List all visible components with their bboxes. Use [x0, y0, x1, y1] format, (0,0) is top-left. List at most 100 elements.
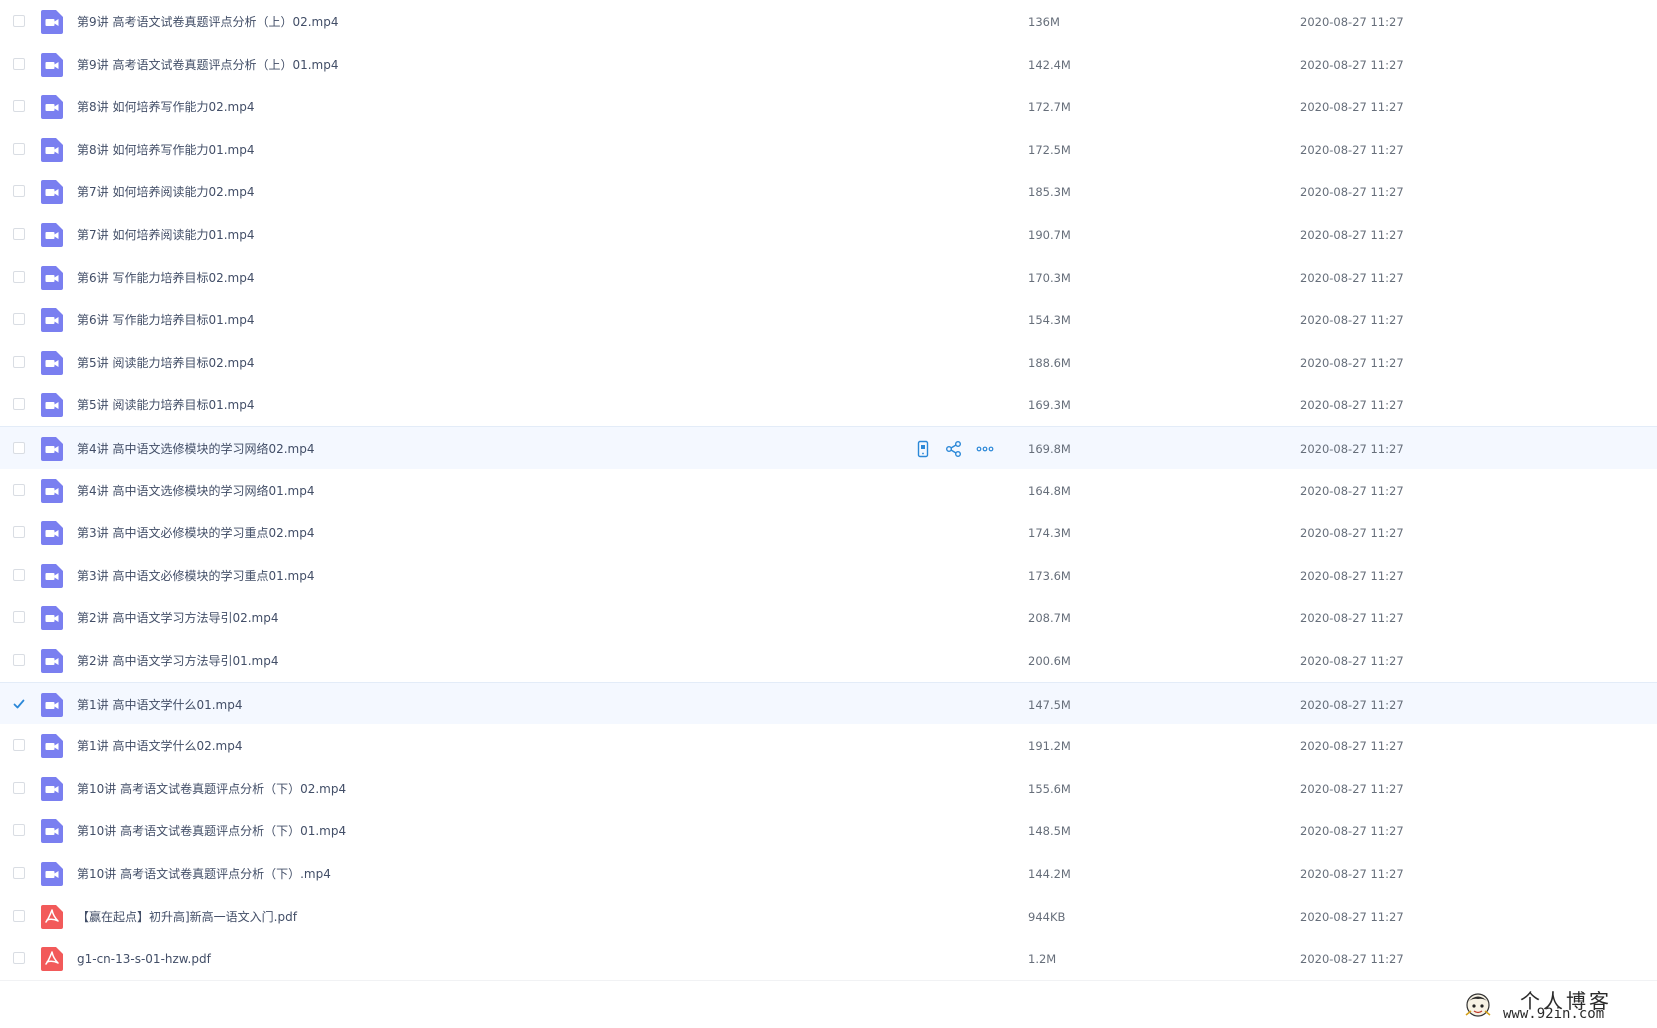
file-modified-date: 2020-08-27 11:27	[1300, 356, 1404, 370]
file-name-link[interactable]: 【赢在起点】初升高]新高一语文入门.pdf	[77, 895, 297, 939]
file-row[interactable]: 第3讲 高中语文必修模块的学习重点02.mp4 174.3M 2020-08-27 …	[0, 511, 1657, 555]
file-row[interactable]: 第1讲 高中语文学什么02.mp4 191.2M 2020-08-27 11:27	[0, 724, 1657, 768]
file-row[interactable]: 第10讲 高考语文试卷真题评点分析（下）02.mp4 155.6M 2020-08-…	[0, 767, 1657, 811]
file-size: 172.7M	[1028, 100, 1071, 114]
mobile-icon[interactable]	[913, 439, 933, 459]
row-checkbox[interactable]	[13, 952, 25, 964]
row-checkbox[interactable]	[13, 611, 25, 623]
row-checkbox[interactable]	[13, 143, 25, 155]
video-file-icon	[41, 223, 63, 247]
file-size: 147.5M	[1028, 698, 1071, 712]
row-checkbox[interactable]	[13, 58, 25, 70]
file-size: 144.2M	[1028, 867, 1071, 881]
file-row[interactable]: 第10讲 高考语文试卷真题评点分析（下）.mp4 144.2M 2020-08-27…	[0, 852, 1657, 896]
row-checkbox[interactable]	[13, 100, 25, 112]
file-name-link[interactable]: 第1讲 高中语文学什么01.mp4	[77, 683, 242, 727]
file-name-link[interactable]: 第3讲 高中语文必修模块的学习重点01.mp4	[77, 554, 314, 598]
video-file-icon	[41, 95, 63, 119]
file-modified-date: 2020-08-27 11:27	[1300, 611, 1404, 625]
file-name-link[interactable]: 第7讲 如何培养阅读能力02.mp4	[77, 170, 254, 214]
file-row[interactable]: 第9讲 高考语文试卷真题评点分析（上）01.mp4 142.4M 2020-08-2…	[0, 43, 1657, 87]
file-row[interactable]: 第7讲 如何培养阅读能力02.mp4 185.3M 2020-08-27 11:27	[0, 170, 1657, 214]
file-row[interactable]: 第2讲 高中语文学习方法导引01.mp4 200.6M 2020-08-27 11:…	[0, 639, 1657, 683]
file-name-link[interactable]: 第4讲 高中语文选修模块的学习网络01.mp4	[77, 469, 314, 513]
file-name-link[interactable]: 第8讲 如何培养写作能力02.mp4	[77, 85, 254, 129]
row-checkbox[interactable]	[13, 654, 25, 666]
video-file-icon	[41, 862, 63, 886]
file-modified-date: 2020-08-27 11:27	[1300, 100, 1404, 114]
share-icon[interactable]	[944, 439, 964, 459]
row-checkbox[interactable]	[13, 739, 25, 751]
file-row[interactable]: 第5讲 阅读能力培养目标02.mp4 188.6M 2020-08-27 11:27	[0, 341, 1657, 385]
file-row[interactable]: 第3讲 高中语文必修模块的学习重点01.mp4 173.6M 2020-08-27 …	[0, 554, 1657, 598]
video-file-icon	[41, 138, 63, 162]
row-checkbox[interactable]	[13, 185, 25, 197]
file-name-link[interactable]: 第2讲 高中语文学习方法导引02.mp4	[77, 596, 278, 640]
file-row[interactable]: 第4讲 高中语文选修模块的学习网络01.mp4 164.8M 2020-08-27 …	[0, 469, 1657, 513]
row-checkbox[interactable]	[13, 910, 25, 922]
file-name-link[interactable]: 第5讲 阅读能力培养目标01.mp4	[77, 383, 254, 427]
file-row[interactable]: 第4讲 高中语文选修模块的学习网络02.mp4 169.8M 2020-08-2…	[0, 426, 1657, 470]
video-file-icon	[41, 351, 63, 375]
file-size: 148.5M	[1028, 824, 1071, 838]
row-checkbox[interactable]	[13, 442, 25, 454]
file-size: 185.3M	[1028, 185, 1071, 199]
file-modified-date: 2020-08-27 11:27	[1300, 313, 1404, 327]
file-modified-date: 2020-08-27 11:27	[1300, 228, 1404, 242]
row-checkbox[interactable]	[13, 228, 25, 240]
file-name-link[interactable]: 第7讲 如何培养阅读能力01.mp4	[77, 213, 254, 257]
row-checkbox[interactable]	[13, 271, 25, 283]
more-icon[interactable]	[975, 439, 995, 459]
file-row[interactable]: 第7讲 如何培养阅读能力01.mp4 190.7M 2020-08-27 11:27	[0, 213, 1657, 257]
file-row[interactable]: 第6讲 写作能力培养目标02.mp4 170.3M 2020-08-27 11:27	[0, 256, 1657, 300]
file-name-link[interactable]: 第10讲 高考语文试卷真题评点分析（下）02.mp4	[77, 767, 346, 811]
file-row[interactable]: 第2讲 高中语文学习方法导引02.mp4 208.7M 2020-08-27 11:…	[0, 596, 1657, 640]
file-row[interactable]: g1-cn-13-s-01-hzw.pdf 1.2M 2020-08-27 11:2…	[0, 937, 1657, 981]
row-checkbox[interactable]	[13, 15, 25, 27]
video-file-icon	[41, 777, 63, 801]
file-row[interactable]: 第9讲 高考语文试卷真题评点分析（上）02.mp4 136M 2020-08-27 …	[0, 0, 1657, 44]
file-row[interactable]: 第1讲 高中语文学什么01.mp4 147.5M 2020-08-27 11:27	[0, 682, 1657, 726]
file-modified-date: 2020-08-27 11:27	[1300, 526, 1404, 540]
row-checkbox[interactable]	[13, 313, 25, 325]
file-size: 154.3M	[1028, 313, 1071, 327]
checkmark-icon	[13, 699, 25, 709]
file-name-link[interactable]: 第6讲 写作能力培养目标01.mp4	[77, 298, 254, 342]
row-checkbox[interactable]	[13, 824, 25, 836]
file-row[interactable]: 【赢在起点】初升高]新高一语文入门.pdf 944KB 2020-08-27 11:…	[0, 895, 1657, 939]
file-row[interactable]: 第10讲 高考语文试卷真题评点分析（下）01.mp4 148.5M 2020-08-…	[0, 809, 1657, 853]
file-modified-date: 2020-08-27 11:27	[1300, 58, 1404, 72]
file-name-link[interactable]: 第10讲 高考语文试卷真题评点分析（下）.mp4	[77, 852, 331, 896]
file-modified-date: 2020-08-27 11:27	[1300, 739, 1404, 753]
blog-logo-icon	[1465, 993, 1491, 1017]
row-checkbox[interactable]	[13, 526, 25, 538]
file-modified-date: 2020-08-27 11:27	[1300, 867, 1404, 881]
file-size: 191.2M	[1028, 739, 1071, 753]
file-name-link[interactable]: 第5讲 阅读能力培养目标02.mp4	[77, 341, 254, 385]
file-name-link[interactable]: g1-cn-13-s-01-hzw.pdf	[77, 937, 211, 981]
row-checkbox[interactable]	[13, 484, 25, 496]
file-modified-date: 2020-08-27 11:27	[1300, 185, 1404, 199]
file-row[interactable]: 第6讲 写作能力培养目标01.mp4 154.3M 2020-08-27 11:27	[0, 298, 1657, 342]
file-name-link[interactable]: 第8讲 如何培养写作能力01.mp4	[77, 128, 254, 172]
file-modified-date: 2020-08-27 11:27	[1300, 952, 1404, 966]
row-checkbox[interactable]	[13, 398, 25, 410]
file-name-link[interactable]: 第10讲 高考语文试卷真题评点分析（下）01.mp4	[77, 809, 346, 853]
row-checkbox[interactable]	[13, 356, 25, 368]
row-checkbox[interactable]	[13, 569, 25, 581]
file-name-link[interactable]: 第1讲 高中语文学什么02.mp4	[77, 724, 242, 768]
file-row[interactable]: 第5讲 阅读能力培养目标01.mp4 169.3M 2020-08-27 11:27	[0, 383, 1657, 427]
file-name-link[interactable]: 第2讲 高中语文学习方法导引01.mp4	[77, 639, 278, 683]
row-checkbox-checked[interactable]	[13, 698, 25, 710]
file-size: 136M	[1028, 15, 1060, 29]
file-name-link[interactable]: 第4讲 高中语文选修模块的学习网络02.mp4	[77, 427, 314, 471]
file-name-link[interactable]: 第6讲 写作能力培养目标02.mp4	[77, 256, 254, 300]
video-file-icon	[41, 606, 63, 630]
file-name-link[interactable]: 第3讲 高中语文必修模块的学习重点02.mp4	[77, 511, 314, 555]
file-row[interactable]: 第8讲 如何培养写作能力01.mp4 172.5M 2020-08-27 11:27	[0, 128, 1657, 172]
row-checkbox[interactable]	[13, 867, 25, 879]
file-row[interactable]: 第8讲 如何培养写作能力02.mp4 172.7M 2020-08-27 11:27	[0, 85, 1657, 129]
file-name-link[interactable]: 第9讲 高考语文试卷真题评点分析（上）02.mp4	[77, 0, 338, 44]
file-name-link[interactable]: 第9讲 高考语文试卷真题评点分析（上）01.mp4	[77, 43, 338, 87]
row-checkbox[interactable]	[13, 782, 25, 794]
